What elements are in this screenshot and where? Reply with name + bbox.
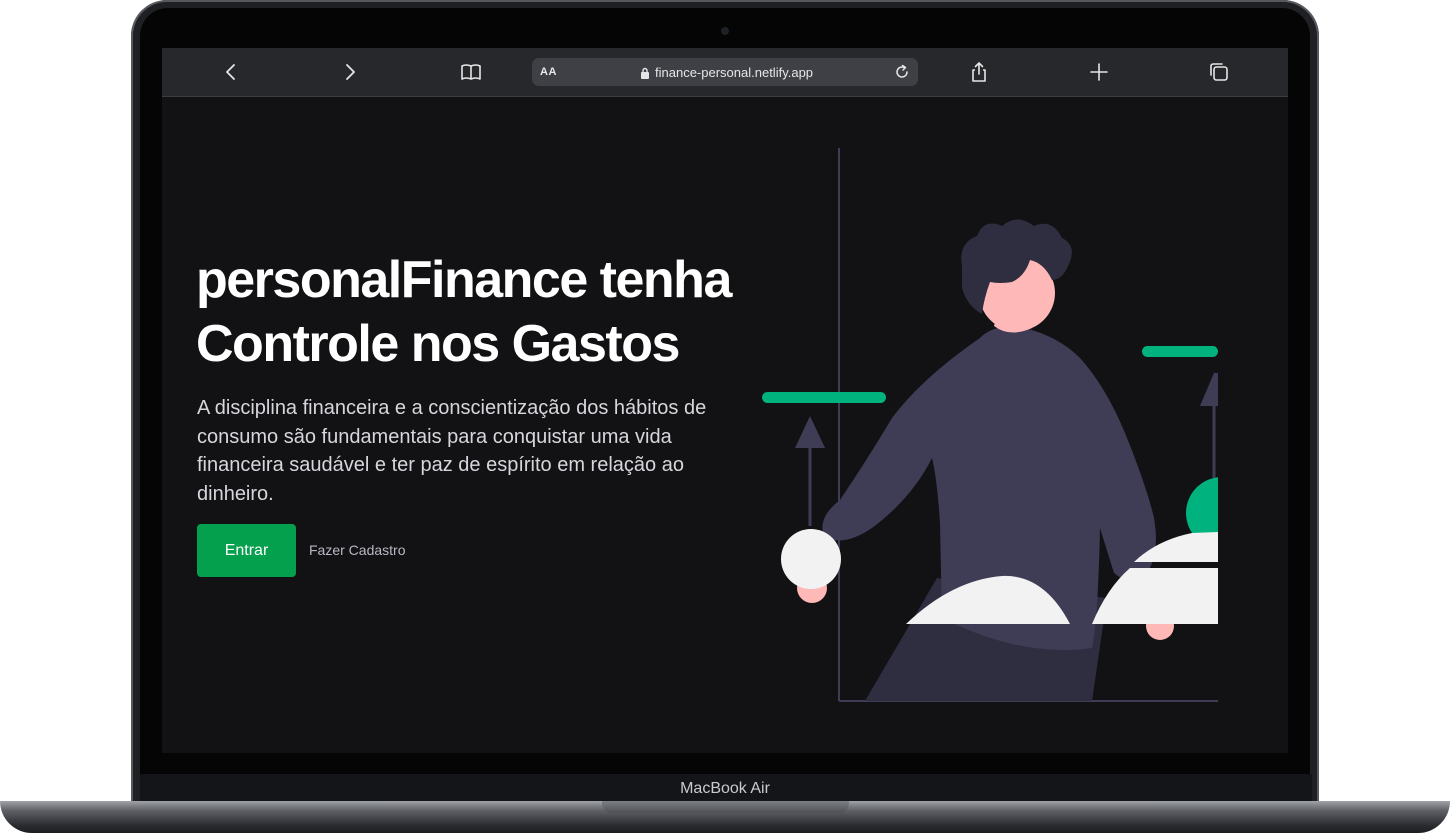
reload-icon[interactable] xyxy=(892,62,912,87)
cadastro-link[interactable]: Fazer Cadastro xyxy=(309,542,405,558)
share-icon[interactable] xyxy=(967,60,991,84)
browser-toolbar: AA finance-personal.netlify.app xyxy=(162,48,1288,97)
address-bar[interactable]: AA finance-personal.netlify.app xyxy=(532,58,918,86)
finance-illustration xyxy=(762,148,1218,702)
book-icon[interactable] xyxy=(459,60,483,84)
device-model-label: MacBook Air xyxy=(680,780,770,797)
url-text: finance-personal.netlify.app xyxy=(655,65,814,80)
plus-icon[interactable] xyxy=(1087,60,1111,84)
chevron-right-icon[interactable] xyxy=(338,60,362,84)
hero-title: personalFinance tenha Controle nos Gasto… xyxy=(196,251,732,373)
entrar-button[interactable]: Entrar xyxy=(197,524,296,577)
hero-description: A disciplina financeira e a conscientiza… xyxy=(197,397,707,505)
camera-icon xyxy=(721,27,729,35)
screen: AA finance-personal.netlify.app personal… xyxy=(162,48,1288,753)
laptop-notch xyxy=(602,801,849,813)
text-size-button[interactable]: AA xyxy=(540,66,557,78)
lock-icon xyxy=(640,66,650,84)
tabs-icon[interactable] xyxy=(1207,60,1231,84)
chevron-left-icon[interactable] xyxy=(219,60,243,84)
